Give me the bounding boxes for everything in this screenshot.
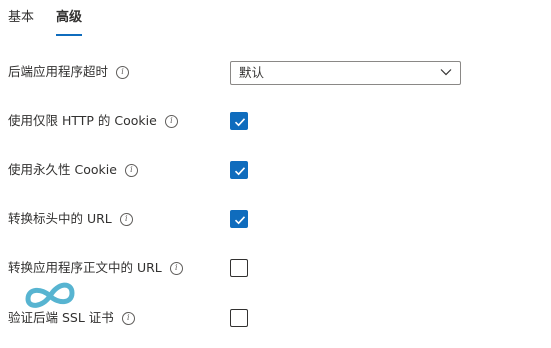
setting-row-translate-header-url: 转换标头中的 URL i [8, 207, 548, 233]
info-icon[interactable]: i [164, 114, 178, 128]
checkmark-icon [234, 118, 246, 127]
info-icon[interactable]: i [119, 212, 133, 226]
tab-advanced[interactable]: 高级 [56, 8, 83, 36]
info-icon[interactable]: i [169, 261, 183, 275]
http-only-cookie-checkbox[interactable] [230, 112, 248, 130]
setting-label-wrap: 转换标头中的 URL i [8, 210, 133, 228]
translate-body-url-checkbox[interactable] [230, 259, 248, 277]
chevron-down-icon [440, 69, 452, 76]
setting-row-timeout: 后端应用程序超时 i 默认 [8, 60, 548, 86]
tab-basic[interactable]: 基本 [8, 8, 34, 36]
setting-label-wrap: 使用永久性 Cookie i [8, 161, 138, 179]
translate-header-url-label: 转换标头中的 URL [8, 211, 112, 226]
infinity-logo-icon [25, 282, 75, 308]
http-only-cookie-label: 使用仅限 HTTP 的 Cookie [8, 113, 157, 128]
timeout-dropdown[interactable]: 默认 [230, 61, 461, 85]
translate-header-url-checkbox[interactable] [230, 210, 248, 228]
setting-row-http-only-cookie: 使用仅限 HTTP 的 Cookie i [8, 109, 548, 135]
persistent-cookie-checkbox[interactable] [230, 161, 248, 179]
timeout-dropdown-value: 默认 [239, 65, 265, 80]
setting-label-wrap: 转换应用程序正文中的 URL i [8, 259, 183, 277]
checkmark-icon [234, 167, 246, 176]
validate-backend-ssl-checkbox[interactable] [230, 309, 248, 327]
info-icon[interactable]: i [124, 163, 138, 177]
info-icon[interactable]: i [116, 65, 130, 79]
info-icon[interactable]: i [121, 311, 135, 325]
setting-label-wrap: 使用仅限 HTTP 的 Cookie i [8, 112, 178, 130]
checkmark-icon [234, 216, 246, 225]
persistent-cookie-label: 使用永久性 Cookie [8, 162, 117, 177]
setting-row-persistent-cookie: 使用永久性 Cookie i [8, 158, 548, 184]
setting-row-translate-body-url: 转换应用程序正文中的 URL i [8, 256, 548, 282]
tab-bar: 基本 高级 [8, 8, 83, 36]
translate-body-url-label: 转换应用程序正文中的 URL [8, 260, 162, 275]
setting-label-wrap: 后端应用程序超时 i [8, 63, 130, 81]
timeout-label: 后端应用程序超时 [8, 64, 109, 79]
setting-row-validate-backend-ssl: 验证后端 SSL 证书 i [8, 306, 548, 332]
